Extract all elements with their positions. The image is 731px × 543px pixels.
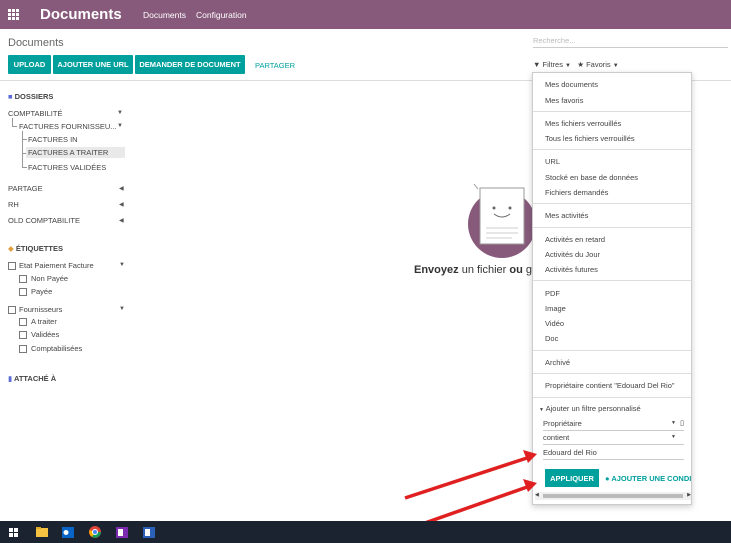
filter-doc[interactable]: Doc <box>545 334 558 343</box>
tags-header: ◆ ÉTIQUETTES <box>8 244 63 253</box>
caret-down-icon[interactable]: ▼ <box>117 123 123 129</box>
folder-factures-fournisseurs[interactable]: FACTURES FOURNISSEU... <box>19 122 117 131</box>
filter-mes-fichiers-verrouilles[interactable]: Mes fichiers verrouillés <box>545 119 621 128</box>
caret-down-icon: ▼ <box>539 407 544 413</box>
caret-left-icon[interactable]: ◀ <box>119 185 124 192</box>
chrome-icon[interactable] <box>87 524 103 540</box>
taskbar <box>0 521 731 543</box>
star-icon: ★ <box>577 60 584 69</box>
empty-helper-text: Envoyez un fichier ou gl <box>414 264 535 276</box>
filter-video[interactable]: Vidéo <box>545 319 564 328</box>
file-icon: ▮ <box>8 374 13 383</box>
filter-mes-documents[interactable]: Mes documents <box>545 80 598 89</box>
caret-down-icon: ▼ <box>565 63 571 69</box>
caret-down-icon: ▼ <box>671 420 676 426</box>
favorites-toggle[interactable]: Favoris <box>586 60 611 69</box>
folder-partage[interactable]: PARTAGE <box>8 184 43 193</box>
filter-image[interactable]: Image <box>545 304 566 313</box>
filter-proprietaire-contient[interactable]: Propriétaire contient "Edouard Del Rio" <box>545 381 675 390</box>
tag-validees[interactable]: Validées <box>31 330 59 339</box>
annotation-arrow <box>404 450 537 500</box>
tag-payee[interactable]: Payée <box>31 287 52 296</box>
filter-icon: ▼ <box>533 60 541 69</box>
upload-button[interactable]: UPLOAD <box>8 55 51 74</box>
folder-factures-validees[interactable]: FACTURES VALIDÉES <box>28 163 106 172</box>
checkbox[interactable] <box>19 275 27 283</box>
checkbox[interactable] <box>19 288 27 296</box>
tag-a-traiter[interactable]: A traiter <box>31 317 57 326</box>
apply-button[interactable]: APPLIQUER <box>545 469 599 487</box>
checkbox[interactable] <box>19 331 27 339</box>
breadcrumb: Documents <box>8 37 64 49</box>
top-navbar: Documents Documents Configuration <box>0 0 731 29</box>
tag-comptabilisees[interactable]: Comptabilisées <box>31 344 82 353</box>
folder-old-comptabilite[interactable]: OLD COMPTABILITE <box>8 216 80 225</box>
checkbox[interactable] <box>8 306 16 314</box>
trash-icon[interactable]: ▯ <box>680 419 684 427</box>
menu-documents[interactable]: Documents <box>143 10 186 20</box>
value-input[interactable]: Edouard del Rio <box>543 448 684 460</box>
add-url-button[interactable]: AJOUTER UNE URL <box>53 55 133 74</box>
caret-down-icon: ▼ <box>671 434 676 440</box>
checkbox[interactable] <box>19 345 27 353</box>
share-button[interactable]: PARTAGER <box>255 61 295 70</box>
checkbox[interactable] <box>8 262 16 270</box>
filter-fichiers-demandes[interactable]: Fichiers demandés <box>545 188 608 197</box>
app-title: Documents <box>40 6 122 23</box>
filter-activites-jour[interactable]: Activités du Jour <box>545 250 600 259</box>
search-options: ▼ Filtres ▼ ★ Favoris ▼ <box>533 60 619 69</box>
folders-header: ■ DOSSIERS <box>8 92 54 101</box>
windows-icon[interactable] <box>6 524 22 540</box>
filter-mes-activites[interactable]: Mes activités <box>545 211 588 220</box>
folder-comptabilite[interactable]: COMPTABILITÉ <box>8 109 62 118</box>
field-select[interactable]: Propriétaire ▼ ▯ <box>543 419 684 431</box>
scroll-right-icon[interactable]: ▶ <box>687 492 691 498</box>
filter-stocke-bd[interactable]: Stocké en base de données <box>545 173 638 182</box>
caret-down-icon[interactable]: ▼ <box>119 262 125 268</box>
plus-circle-icon: ● <box>605 474 610 483</box>
filter-activites-futures[interactable]: Activités futures <box>545 265 598 274</box>
caret-left-icon[interactable]: ◀ <box>119 217 124 224</box>
caret-down-icon[interactable]: ▼ <box>117 110 123 116</box>
menu-configuration[interactable]: Configuration <box>196 10 247 20</box>
folder-icon: ■ <box>8 92 13 101</box>
filter-mes-favoris[interactable]: Mes favoris <box>545 96 583 105</box>
file-explorer-icon[interactable] <box>34 524 50 540</box>
tag-non-payee[interactable]: Non Payée <box>31 274 68 283</box>
horizontal-scrollbar[interactable]: ◀ ▶ <box>535 492 691 500</box>
tag-etat-paiement[interactable]: Etat Paiement Facture <box>19 261 94 270</box>
filters-toggle[interactable]: Filtres <box>543 60 563 69</box>
folder-rh[interactable]: RH <box>8 200 19 209</box>
folder-factures-a-traiter[interactable]: FACTURES A TRAITER <box>26 147 125 158</box>
outlook-icon[interactable] <box>60 524 76 540</box>
tag-fournisseurs[interactable]: Fournisseurs <box>19 305 62 314</box>
add-condition-button[interactable]: ● AJOUTER UNE CONDI <box>605 474 691 483</box>
onenote-icon[interactable] <box>114 524 130 540</box>
word-icon[interactable] <box>141 524 157 540</box>
tag-icon: ◆ <box>8 244 14 253</box>
filter-pdf[interactable]: PDF <box>545 289 560 298</box>
filter-url[interactable]: URL <box>545 157 560 166</box>
search-input[interactable]: Recherche... <box>533 33 728 48</box>
add-custom-filter-toggle[interactable]: ▼ Ajouter un filtre personnalisé <box>539 404 641 413</box>
attached-header: ▮ ATTACHÉ À <box>8 374 57 383</box>
upload-illustration-icon <box>468 183 536 258</box>
filter-tous-fichiers-verrouilles[interactable]: Tous les fichiers verrouillés <box>545 134 635 143</box>
request-document-button[interactable]: DEMANDER DE DOCUMENT <box>135 55 245 74</box>
folder-factures-in[interactable]: FACTURES IN <box>28 135 78 144</box>
apps-menu-icon[interactable] <box>8 9 19 20</box>
caret-left-icon[interactable]: ◀ <box>119 201 124 208</box>
filter-activites-retard[interactable]: Activités en retard <box>545 235 605 244</box>
filter-archive[interactable]: Archivé <box>545 358 570 367</box>
filters-dropdown: Mes documents Mes favoris Mes fichiers v… <box>532 72 692 505</box>
operator-select[interactable]: contient ▼ <box>543 433 684 445</box>
caret-down-icon[interactable]: ▼ <box>119 306 125 312</box>
caret-down-icon: ▼ <box>612 63 619 69</box>
checkbox[interactable] <box>19 318 27 326</box>
scroll-left-icon[interactable]: ◀ <box>535 492 539 498</box>
